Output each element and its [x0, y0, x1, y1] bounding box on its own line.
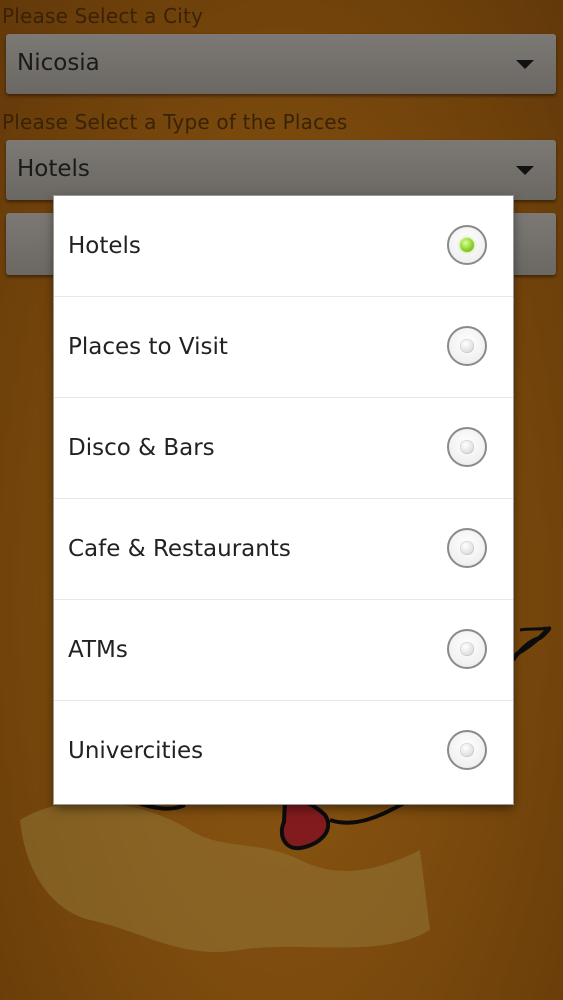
option-label: Places to Visit [68, 334, 228, 360]
city-spinner[interactable]: Nicosia [6, 34, 556, 94]
city-label: Please Select a City [2, 4, 204, 28]
radio-unselected-icon[interactable] [447, 528, 487, 568]
chevron-down-icon [516, 60, 534, 69]
radio-dot [460, 743, 474, 757]
option-label: ATMs [68, 637, 128, 663]
option-atms[interactable]: ATMs [54, 600, 513, 701]
radio-dot [460, 642, 474, 656]
option-label: Cafe & Restaurants [68, 536, 291, 562]
option-disco-bars[interactable]: Disco & Bars [54, 398, 513, 499]
place-type-spinner[interactable]: Hotels [6, 140, 556, 200]
place-type-dialog: Hotels Places to Visit Disco & Bars Cafe… [54, 196, 513, 804]
city-spinner-value: Nicosia [17, 50, 100, 76]
option-label: Univercities [68, 738, 204, 764]
radio-selected-icon[interactable] [447, 225, 487, 265]
radio-dot [460, 339, 474, 353]
radio-dot [460, 440, 474, 454]
radio-dot [460, 238, 474, 252]
option-places-to-visit[interactable]: Places to Visit [54, 297, 513, 398]
option-univercities[interactable]: Univercities [54, 701, 513, 802]
place-type-label: Please Select a Type of the Places [2, 110, 348, 134]
radio-unselected-icon[interactable] [447, 427, 487, 467]
place-type-spinner-value: Hotels [17, 156, 90, 182]
option-cafe-restaurants[interactable]: Cafe & Restaurants [54, 499, 513, 600]
option-label: Disco & Bars [68, 435, 215, 461]
chevron-down-icon [516, 166, 534, 175]
radio-unselected-icon[interactable] [447, 730, 487, 770]
radio-unselected-icon[interactable] [447, 326, 487, 366]
option-hotels[interactable]: Hotels [54, 196, 513, 297]
radio-dot [460, 541, 474, 555]
radio-unselected-icon[interactable] [447, 629, 487, 669]
option-label: Hotels [68, 233, 141, 259]
